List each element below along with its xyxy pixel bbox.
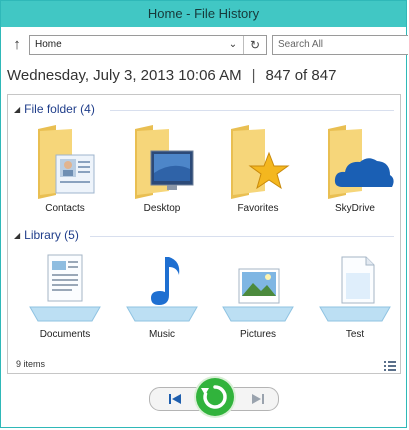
- snapshot-date: Wednesday, July 3, 2013 10:06 AM: [7, 67, 242, 84]
- snapshot-position: 847 of 847: [265, 67, 337, 84]
- library-label: Documents: [39, 329, 91, 340]
- status-item-count: 9 items: [16, 359, 46, 369]
- group-header-file-folder[interactable]: ◢ File folder (4): [14, 102, 95, 118]
- group-header-library[interactable]: ◢ Library (5): [14, 228, 79, 244]
- library-label: Music: [148, 329, 176, 340]
- window-title: Home - File History: [147, 6, 260, 21]
- group-header-label: Library (5): [24, 228, 79, 242]
- skydrive-folder-icon: [310, 121, 400, 201]
- title-bar: Home - File History: [1, 1, 406, 27]
- folder-label: SkyDrive: [334, 203, 375, 214]
- address-text: Home: [35, 39, 62, 50]
- music-library-icon: [117, 247, 207, 327]
- navigation-controls: [1, 377, 406, 427]
- previous-version-icon[interactable]: [164, 391, 186, 407]
- library-item-documents[interactable]: Documents: [20, 247, 110, 340]
- collapse-triangle-icon[interactable]: ◢: [14, 231, 20, 240]
- address-bar[interactable]: Home ⌄ ↻: [29, 35, 267, 55]
- library-item-test[interactable]: Test: [310, 247, 400, 340]
- file-history-window: Home - File History ↑ Home ⌄ ↻ Search Al…: [0, 0, 408, 428]
- folder-label: Favorites: [237, 203, 279, 214]
- content-pane: ◢ File folder (4) Contacts Desktop Favor…: [7, 94, 401, 374]
- test-library-icon: [310, 247, 400, 327]
- folder-item-favorites[interactable]: Favorites: [213, 121, 303, 214]
- restore-icon: [201, 385, 227, 409]
- folder-item-desktop[interactable]: Desktop: [117, 121, 207, 214]
- toolbar: ↑ Home ⌄ ↻ Search All: [1, 27, 408, 63]
- snapshot-info: Wednesday, July 3, 2013 10:06 AM | 847 of …: [7, 67, 336, 89]
- folder-label: Contacts: [45, 203, 85, 214]
- pictures-library-icon: [213, 247, 303, 327]
- collapse-triangle-icon[interactable]: ◢: [14, 105, 20, 114]
- folder-item-contacts[interactable]: Contacts: [20, 121, 110, 214]
- documents-library-icon: [20, 247, 110, 327]
- group-divider: [90, 236, 394, 237]
- next-version-icon[interactable]: [247, 391, 269, 407]
- chevron-down-icon[interactable]: ⌄: [226, 36, 240, 54]
- folder-label: Desktop: [143, 203, 181, 214]
- library-item-music[interactable]: Music: [117, 247, 207, 340]
- library-label: Pictures: [239, 329, 277, 340]
- folder-item-skydrive[interactable]: SkyDrive: [310, 121, 400, 214]
- up-arrow-icon[interactable]: ↑: [9, 35, 25, 55]
- group-divider: [110, 110, 394, 111]
- snapshot-separator: |: [251, 67, 256, 84]
- desktop-folder-icon: [117, 121, 207, 201]
- restore-button[interactable]: [196, 378, 234, 416]
- library-item-pictures[interactable]: Pictures: [213, 247, 303, 340]
- group-header-label: File folder (4): [24, 102, 95, 116]
- contacts-folder-icon: [20, 121, 110, 201]
- search-placeholder: Search All: [278, 39, 324, 50]
- details-view-icon[interactable]: [384, 358, 396, 371]
- refresh-icon[interactable]: ↻: [243, 36, 266, 54]
- library-label: Test: [345, 329, 365, 340]
- favorites-folder-icon: [213, 121, 303, 201]
- search-input[interactable]: Search All: [272, 35, 408, 55]
